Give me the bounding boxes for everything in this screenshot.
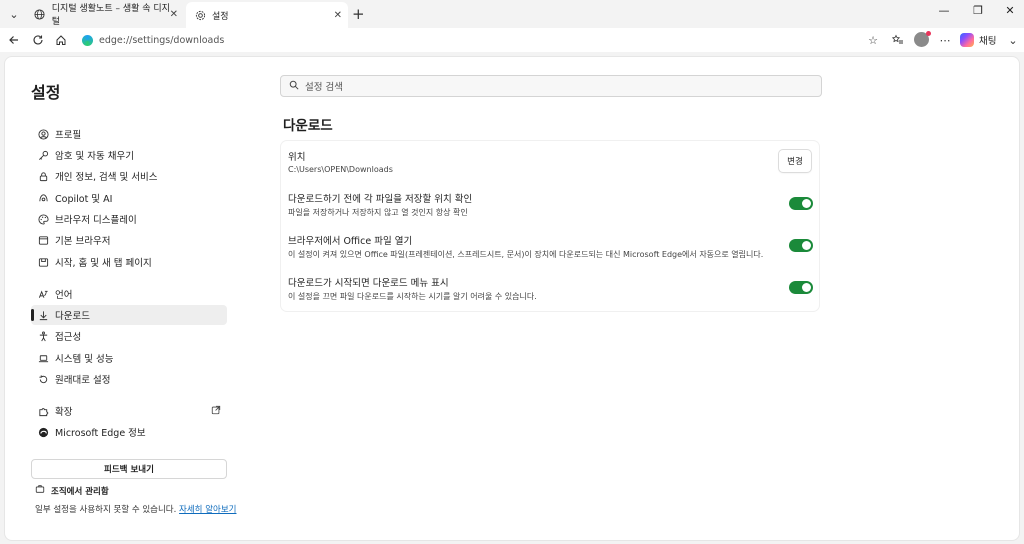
- option-title: 브라우저에서 Office 파일 열기: [288, 236, 413, 247]
- downloads-settings-card: 위치 C:\Users\OPEN\Downloads 변경 다운로드하기 전에 …: [281, 141, 819, 311]
- sidebar-item-label: 확장: [55, 407, 73, 418]
- managed-by-org: 조직에서 관리함: [35, 484, 109, 497]
- sidebar-item-accessibility[interactable]: 접근성: [31, 326, 227, 346]
- sidebar-item-label: 브라우저 디스플레이: [55, 215, 137, 226]
- send-feedback-button[interactable]: 피드백 보내기: [31, 459, 227, 479]
- copilot-icon: [960, 33, 974, 47]
- window-close-icon[interactable]: ✕: [998, 4, 1022, 17]
- sidebar-item-label: Copilot 및 AI: [55, 194, 113, 205]
- edge-logo-icon: [82, 34, 93, 46]
- sidebar-item-privacy[interactable]: 개인 정보, 검색 및 서비스: [31, 166, 227, 186]
- refresh-icon[interactable]: [30, 32, 46, 48]
- tab-settings[interactable]: 설정 ✕: [186, 2, 348, 28]
- option-desc: 파일을 저장하거나 저장하지 않고 열 것인지 항상 확인: [288, 208, 468, 217]
- tab-title: 디지털 생활노트 – 생활 속 디지털: [51, 4, 170, 27]
- sidebar-item-profile[interactable]: 프로필: [31, 124, 227, 144]
- puzzle-icon: [37, 405, 49, 417]
- close-icon[interactable]: ✕: [334, 10, 342, 21]
- maximize-icon[interactable]: ❐: [966, 4, 990, 17]
- address-url: edge://settings/downloads: [99, 34, 225, 46]
- option-title: 다운로드가 시작되면 다운로드 메뉴 표시: [288, 278, 449, 289]
- key-icon: [37, 149, 49, 161]
- back-arrow-icon[interactable]: [6, 32, 22, 48]
- home-tab-icon: [37, 256, 49, 268]
- sidebar-item-start-home[interactable]: 시작, 홈 및 새 탭 페이지: [31, 252, 227, 272]
- laptop-icon: [37, 352, 49, 364]
- section-title: 다운로드: [283, 118, 333, 134]
- copilot-icon: [37, 192, 49, 204]
- search-placeholder: 설정 검색: [305, 82, 343, 93]
- option-desc: 이 설정이 켜져 있으면 Office 파일(프레젠테이션, 스프레드시트, 문…: [288, 250, 764, 259]
- chevron-down-icon[interactable]: ⌄: [1006, 33, 1020, 47]
- home-icon[interactable]: [53, 32, 69, 48]
- sidebar-item-default-browser[interactable]: 기본 브라우저: [31, 230, 227, 250]
- accessibility-icon: [37, 330, 49, 342]
- learn-more-link[interactable]: 자세히 알아보기: [179, 505, 236, 515]
- profile-icon: [37, 128, 49, 140]
- tab-actions-chevron-icon[interactable]: ⌄: [4, 4, 24, 24]
- sidebar-item-reset[interactable]: 원래대로 설정: [31, 369, 227, 389]
- close-icon[interactable]: ✕: [170, 9, 178, 20]
- edge-icon: [37, 426, 49, 438]
- location-path: C:\Users\OPEN\Downloads: [288, 165, 393, 174]
- palette-icon: [37, 213, 49, 225]
- settings-page: 설정 프로필 암호 및 자동 채우기 개인 정보, 검색 및 서비스 Copil…: [4, 56, 1020, 541]
- external-link-icon: [211, 405, 221, 418]
- search-icon: [289, 80, 299, 93]
- show-downloads-menu-toggle[interactable]: [789, 281, 813, 294]
- copilot-chat-button[interactable]: 채팅: [960, 31, 996, 49]
- sidebar-item-label: 원래대로 설정: [55, 375, 111, 386]
- tab-digital-notes[interactable]: 디지털 생활노트 – 생활 속 디지털 ✕: [26, 2, 184, 27]
- sidebar-item-system[interactable]: 시스템 및 성능: [31, 348, 227, 368]
- lock-icon: [37, 170, 49, 182]
- browser-icon: [37, 234, 49, 246]
- sidebar-item-label: 접근성: [55, 332, 82, 343]
- open-office-files-toggle[interactable]: [789, 239, 813, 252]
- sidebar-item-label: 시스템 및 성능: [55, 354, 114, 365]
- sidebar-item-appearance[interactable]: 브라우저 디스플레이: [31, 209, 227, 229]
- location-title: 위치: [288, 152, 306, 163]
- more-menu-icon[interactable]: ⋯: [938, 33, 952, 47]
- notification-dot: [926, 31, 931, 36]
- sidebar-item-label: Microsoft Edge 정보: [55, 428, 146, 439]
- settings-search-input[interactable]: 설정 검색: [280, 75, 822, 97]
- sidebar-item-label: 암호 및 자동 채우기: [55, 151, 134, 162]
- chat-label: 채팅: [979, 36, 997, 47]
- sidebar-item-label: 프로필: [55, 130, 82, 141]
- language-icon: [37, 288, 49, 300]
- page-title: 설정: [31, 83, 61, 102]
- minimize-icon[interactable]: —: [932, 4, 956, 17]
- address-bar[interactable]: edge://settings/downloads: [74, 30, 890, 50]
- change-location-button[interactable]: 변경: [779, 150, 811, 172]
- org-note-text: 일부 설정을 사용하지 못할 수 있습니다.: [35, 505, 177, 515]
- org-label: 조직에서 관리함: [51, 486, 109, 497]
- org-note: 일부 설정을 사용하지 못할 수 있습니다. 자세히 알아보기: [35, 503, 237, 515]
- sidebar-item-about[interactable]: Microsoft Edge 정보: [31, 422, 227, 442]
- sidebar-item-passwords[interactable]: 암호 및 자동 채우기: [31, 145, 227, 165]
- sidebar-item-languages[interactable]: 언어: [31, 284, 227, 304]
- sidebar-item-label: 개인 정보, 검색 및 서비스: [55, 172, 158, 183]
- option-desc: 이 설정을 끄면 파일 다운로드를 시작하는 시기를 알기 어려울 수 있습니다…: [288, 292, 537, 301]
- reset-icon: [37, 373, 49, 385]
- briefcase-icon: [35, 484, 45, 497]
- gear-icon: [194, 9, 206, 21]
- favorites-list-icon[interactable]: [891, 33, 905, 47]
- option-title: 다운로드하기 전에 각 파일을 저장할 위치 확인: [288, 194, 473, 205]
- favorite-star-icon[interactable]: ☆: [866, 33, 880, 47]
- ask-where-to-save-toggle[interactable]: [789, 197, 813, 210]
- sidebar-item-label: 기본 브라우저: [55, 236, 111, 247]
- download-icon: [37, 309, 49, 321]
- sidebar-item-label: 다운로드: [55, 311, 90, 322]
- navigation-bar: edge://settings/downloads ☆ ⋯ 채팅 ⌄: [0, 28, 1024, 52]
- tab-title: 설정: [212, 11, 229, 22]
- sidebar-item-downloads[interactable]: 다운로드: [31, 305, 227, 325]
- sidebar-item-label: 시작, 홈 및 새 탭 페이지: [55, 258, 152, 269]
- sidebar-item-extensions[interactable]: 확장: [31, 401, 227, 421]
- globe-icon: [34, 8, 46, 20]
- tab-bar: ⌄ 디지털 생활노트 – 생활 속 디지털 ✕ 설정 ✕ + — ❐ ✕: [0, 0, 1024, 28]
- sidebar-item-label: 언어: [55, 290, 73, 301]
- sidebar-item-copilot[interactable]: Copilot 및 AI: [31, 188, 227, 208]
- new-tab-plus-icon[interactable]: +: [352, 5, 365, 23]
